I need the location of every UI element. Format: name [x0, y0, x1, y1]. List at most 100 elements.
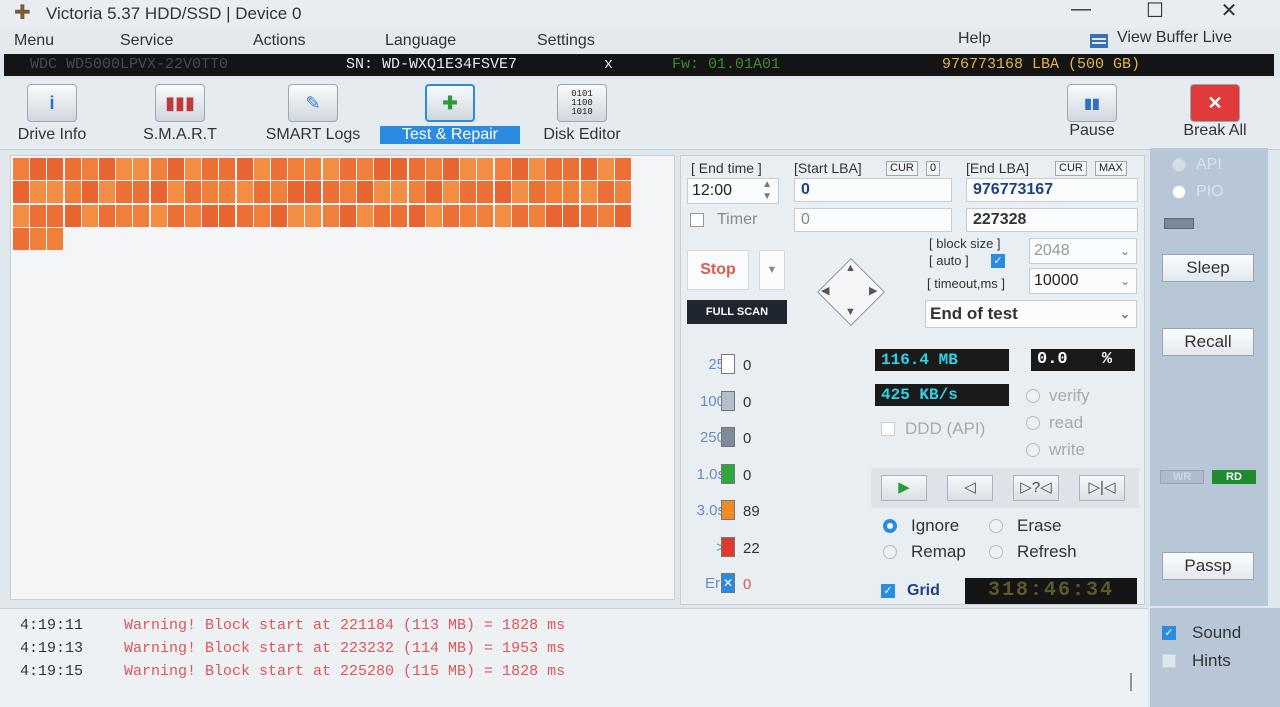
scrollbar-thumb[interactable]	[1130, 673, 1132, 691]
sleep-button[interactable]: Sleep	[1162, 254, 1254, 282]
arrow-up-icon[interactable]: ▲	[845, 262, 856, 274]
scan-block	[133, 204, 150, 227]
erase-label: Erase	[1017, 516, 1062, 535]
sound-label: Sound	[1192, 623, 1242, 642]
menu-actions[interactable]: Actions	[253, 32, 305, 50]
scan-block	[511, 158, 528, 180]
close-button[interactable]: ✕	[1214, 0, 1244, 23]
scan-block	[13, 204, 29, 227]
scan-block	[99, 158, 115, 180]
ignore-radio[interactable]	[883, 519, 897, 533]
scan-block	[99, 204, 115, 227]
scan-block	[460, 204, 477, 227]
menu-language[interactable]: Language	[385, 32, 456, 50]
log-entry: 4:19:13 Warning! Block start at 223232 (1…	[20, 640, 565, 657]
end-of-test-select[interactable]: End of test ⌄	[925, 300, 1137, 328]
info-icon: i	[27, 84, 77, 122]
end-time-spinner[interactable]: 12:00 ▲ ▼	[687, 178, 779, 204]
disk-editor-button[interactable]: 0101 1100 1010 Disk Editor	[512, 78, 652, 146]
hints-checkbox[interactable]	[1162, 654, 1176, 668]
histogram-bar	[721, 500, 735, 520]
end-of-test-value: End of test	[930, 304, 1018, 323]
verify-radio[interactable]	[1026, 389, 1040, 403]
histogram-bar	[721, 536, 735, 557]
arrow-down-icon[interactable]: ▼	[845, 306, 856, 318]
menu-menu[interactable]: Menu	[14, 32, 54, 50]
histogram-label: 3.0s	[696, 502, 725, 519]
read-radio[interactable]	[1026, 416, 1040, 430]
block-size-select[interactable]: 2048 ⌄	[1029, 238, 1137, 264]
scan-block	[339, 158, 356, 180]
start-lba-field[interactable]: 0	[794, 178, 952, 202]
scan-block	[425, 204, 442, 227]
scan-block	[546, 158, 563, 180]
rd-indicator: RD	[1212, 470, 1256, 484]
scan-block	[202, 181, 219, 204]
timer-label: Timer	[717, 211, 758, 228]
maximize-button[interactable]: ☐	[1140, 0, 1170, 23]
pause-button[interactable]: ▮▮ Pause	[1022, 78, 1162, 146]
start-cur-button[interactable]: CUR	[886, 161, 918, 176]
arrow-right-icon[interactable]: ▶	[869, 284, 877, 297]
end-cur-button[interactable]: CUR	[1055, 161, 1087, 176]
histogram-count: 0	[743, 430, 752, 447]
scan-block	[30, 181, 47, 204]
auto-block-checkbox[interactable]: ✓	[991, 254, 1005, 268]
timeout-select[interactable]: 10000 ⌄	[1029, 268, 1137, 294]
histogram-bar	[721, 354, 735, 374]
histogram-label: 25	[708, 356, 725, 373]
api-radio[interactable]	[1172, 158, 1186, 172]
close-drive-icon[interactable]: x	[604, 54, 613, 76]
full-scan-button[interactable]: FULL SCAN	[687, 300, 787, 324]
app-icon: ✚	[14, 2, 31, 24]
menu-service[interactable]: Service	[120, 32, 173, 50]
break-all-button[interactable]: ✕ Break All	[1145, 78, 1280, 146]
direction-pad[interactable]: ▲ ▼ ◀ ▶	[811, 252, 891, 332]
scan-block	[64, 204, 81, 227]
grid-label: Grid	[907, 582, 940, 599]
menu-settings[interactable]: Settings	[537, 32, 595, 50]
smart-button[interactable]: ▮▮▮ S.M.A.R.T	[110, 78, 250, 146]
smart-logs-button[interactable]: ✎ SMART Logs	[243, 78, 383, 146]
spinner-arrows-icon[interactable]: ▲ ▼	[762, 179, 772, 203]
log-time: 4:19:11	[20, 617, 84, 634]
erase-radio[interactable]	[989, 519, 1003, 533]
start-scan-button[interactable]: ▶	[881, 475, 927, 501]
scan-block	[47, 204, 64, 227]
ddd-checkbox[interactable]	[881, 422, 895, 436]
random-scan-button[interactable]: ▷?◁	[1013, 475, 1059, 501]
arrow-left-icon[interactable]: ◀	[821, 284, 829, 297]
scan-block	[305, 158, 322, 180]
end-lba-field[interactable]: 976773167	[966, 178, 1138, 202]
write-radio[interactable]	[1026, 443, 1040, 457]
drive-info-button[interactable]: i Drive Info	[0, 78, 122, 146]
start-cur-value: 0	[926, 161, 941, 176]
scan-block	[408, 158, 425, 180]
scan-block	[47, 228, 64, 251]
pio-radio[interactable]	[1172, 185, 1186, 199]
remap-radio[interactable]	[883, 545, 897, 559]
minimize-button[interactable]: —	[1066, 0, 1096, 21]
drive-model[interactable]: WDC WD5000LPVX-22V0TT0	[30, 54, 228, 76]
sound-checkbox[interactable]: ✓	[1162, 626, 1176, 640]
timer-checkbox[interactable]	[690, 213, 704, 227]
drive-capacity: 976773168 LBA (500 GB)	[942, 56, 1141, 73]
menu-help[interactable]: Help	[958, 30, 991, 48]
grid-checkbox[interactable]: ✓	[881, 584, 895, 598]
scan-block	[13, 181, 29, 204]
test-repair-button[interactable]: ✚ Test & Repair	[380, 78, 520, 146]
scan-block	[443, 158, 459, 180]
stop-dropdown-icon[interactable]: ▼	[759, 250, 785, 290]
refresh-radio[interactable]	[989, 545, 1003, 559]
end-max-button[interactable]: MAX	[1095, 161, 1127, 176]
scan-block	[563, 158, 580, 180]
scan-block	[64, 181, 81, 204]
stop-button[interactable]: Stop	[687, 250, 749, 290]
recall-button[interactable]: Recall	[1162, 328, 1254, 356]
start-lba-label: [Start LBA]	[794, 160, 862, 176]
scan-block	[13, 228, 29, 251]
end-scan-button[interactable]: ▷|◁	[1079, 475, 1125, 501]
rewind-scan-button[interactable]: ◁	[947, 475, 993, 501]
passp-button[interactable]: Passp	[1162, 552, 1254, 580]
view-buffer-live-button[interactable]: View Buffer Live	[1117, 29, 1232, 47]
